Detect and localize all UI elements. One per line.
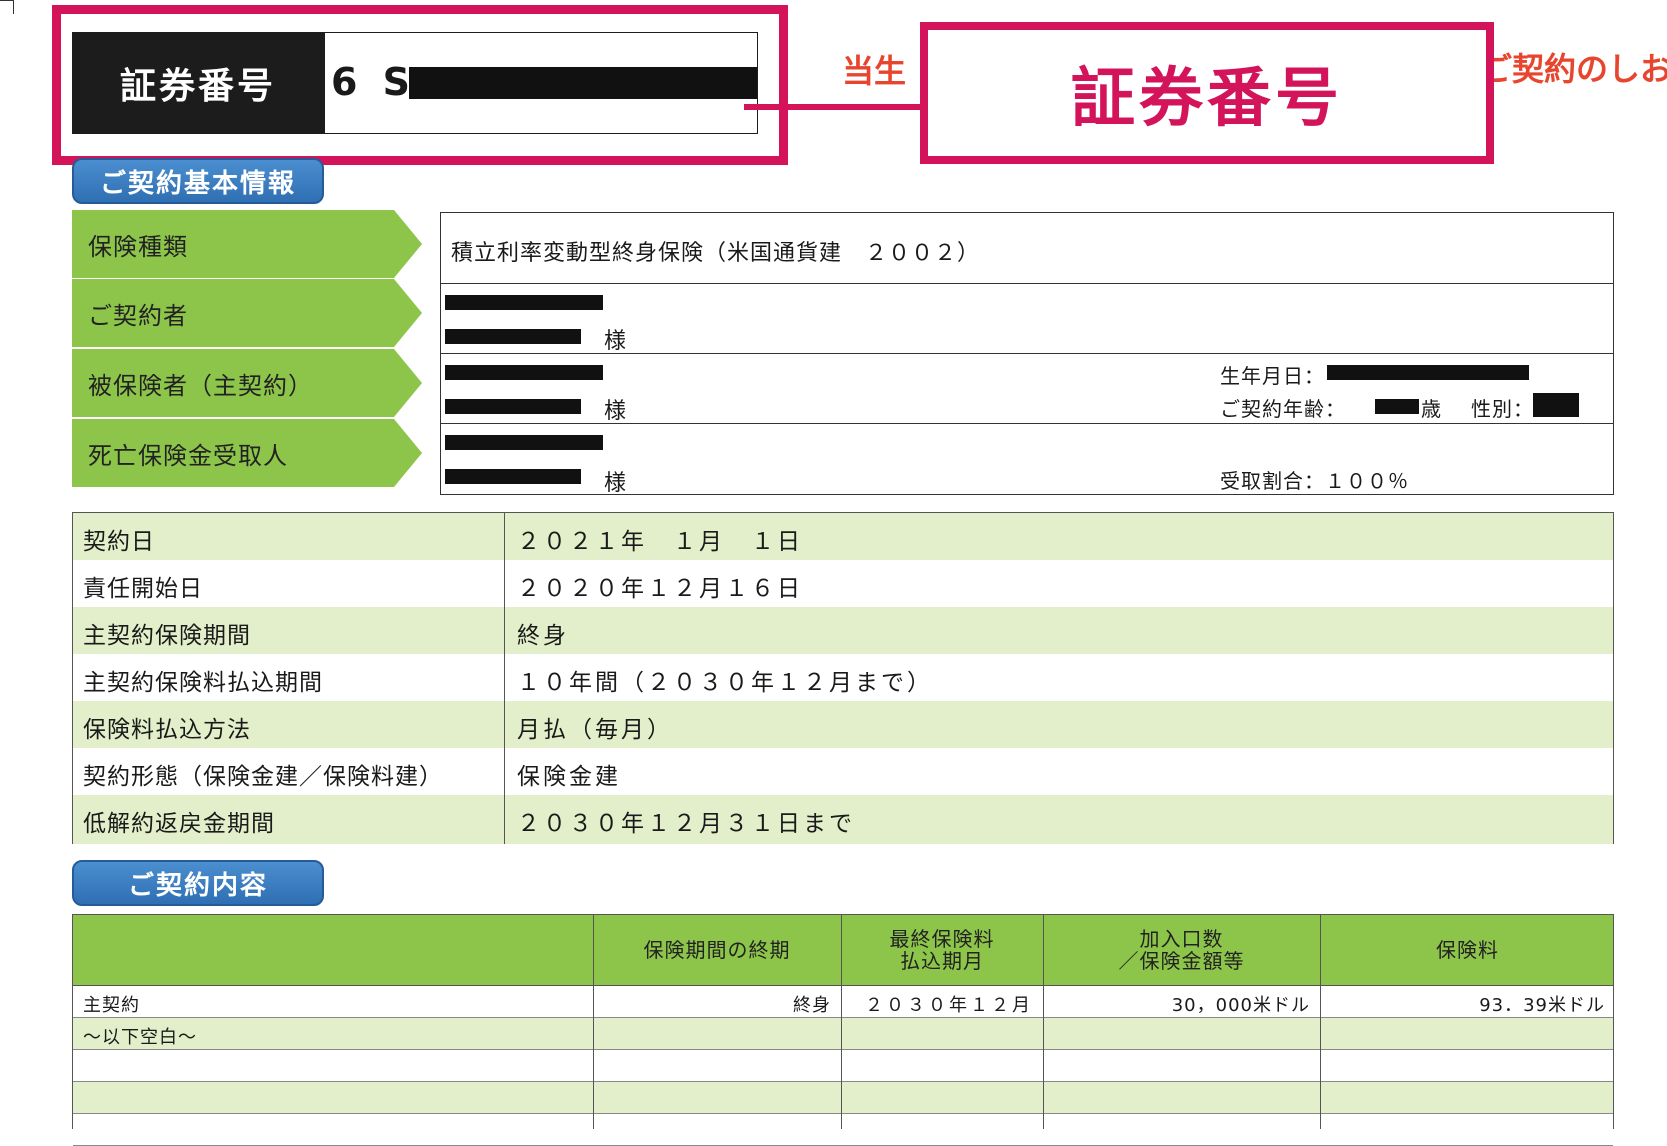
column-header-term-end: 保険期間の終期 xyxy=(643,938,791,962)
insurance-type-value: 積立利率変動型終身保険（米国通貨建 ２００２） xyxy=(451,241,981,266)
detail-label: 責任開始日 xyxy=(83,576,203,602)
redaction-bar xyxy=(445,469,581,484)
detail-label: 契約形態（保険金建／保険料建） xyxy=(83,764,443,790)
blank-below-marker: ～以下空白～ xyxy=(83,1027,197,1048)
redaction-bar xyxy=(445,435,603,450)
info-row-beneficiary: 様 受取割合：１００％ xyxy=(441,423,1613,496)
highlight-connector-line xyxy=(744,104,920,110)
honorific-suffix: 様 xyxy=(604,399,628,424)
redaction-bar xyxy=(445,295,603,310)
column-divider xyxy=(841,915,842,1129)
column-header-line: 払込期月 xyxy=(900,949,984,973)
table-row xyxy=(73,1050,1613,1082)
coverage-name: 主契約 xyxy=(83,995,140,1016)
redaction-bar xyxy=(1533,393,1579,417)
detail-value: ２０３０年１２月３１日まで xyxy=(517,811,855,837)
column-header-line: 加入口数 xyxy=(1139,927,1224,951)
column-divider xyxy=(504,607,505,654)
column-divider xyxy=(593,915,594,1129)
detail-row: 責任開始日 ２０２０年１２月１６日 xyxy=(73,560,1613,608)
detail-value: 月払（毎月） xyxy=(517,717,673,743)
column-divider xyxy=(1043,915,1044,1129)
detail-row: 保険料払込方法 月払（毎月） xyxy=(73,701,1613,749)
column-header-amount: 加入口数 ／保険金額等 xyxy=(1043,915,1320,985)
detail-label: 主契約保険料払込期間 xyxy=(83,670,323,696)
gender-label: 性別： xyxy=(1471,397,1534,421)
coverage-table: 保険期間の終期 最終保険料 払込期月 加入口数 ／保険金額等 保険料 主契約 終… xyxy=(72,914,1614,1146)
contract-age-label: ご契約年齢： xyxy=(1220,397,1346,421)
detail-row: 契約日 ２０２１年 １月 １日 xyxy=(73,513,1613,561)
detail-value: 終身 xyxy=(517,623,569,649)
column-divider xyxy=(504,701,505,748)
honorific-suffix: 様 xyxy=(604,471,628,496)
column-divider xyxy=(504,513,505,560)
info-row-policyholder: 様 xyxy=(441,283,1613,354)
contract-detail-table: 契約日 ２０２１年 １月 １日 責任開始日 ２０２０年１２月１６日 主契約保険期… xyxy=(72,512,1614,844)
column-divider xyxy=(504,560,505,607)
detail-value: 保険金建 xyxy=(517,764,621,790)
red-heading-fragment-left: 当生 xyxy=(842,52,907,90)
age-unit: 歳 xyxy=(1421,397,1442,421)
honorific-suffix: 様 xyxy=(604,329,628,354)
label-insurance-type: 保険種類 xyxy=(72,210,422,278)
column-divider xyxy=(504,748,505,795)
label-beneficiary: 死亡保険金受取人 xyxy=(72,419,422,487)
column-divider xyxy=(504,795,505,844)
detail-row: 主契約保険料払込期間 １０年間（２０３０年１２月まで） xyxy=(73,654,1613,702)
info-row-insured: 様 生年月日： ご契約年齢： 歳 性別： xyxy=(441,353,1613,424)
coverage-premium: 93．39米ドル xyxy=(1479,995,1605,1016)
column-header-line: 最終保険料 xyxy=(889,927,995,951)
redaction-bar xyxy=(445,365,603,380)
detail-value: ２０２１年 １月 １日 xyxy=(517,529,803,555)
redaction-bar xyxy=(445,399,581,414)
section-tab-coverage: ご契約内容 xyxy=(72,860,324,906)
column-header-premium: 保険料 xyxy=(1436,938,1499,962)
table-row xyxy=(73,1114,1613,1146)
coverage-amount: 30，000米ドル xyxy=(1171,995,1310,1016)
coverage-table-header: 保険期間の終期 最終保険料 払込期月 加入口数 ／保険金額等 保険料 xyxy=(73,915,1613,986)
detail-value: ２０２０年１２月１６日 xyxy=(517,576,803,602)
column-divider xyxy=(1320,915,1321,1129)
callout-label-box: 証券番号 xyxy=(920,22,1494,164)
crop-mark xyxy=(0,0,14,14)
column-divider xyxy=(504,654,505,701)
red-heading-fragment-right: ご契約のしお xyxy=(1480,50,1667,88)
benefit-ratio: 受取割合：１００％ xyxy=(1220,469,1409,493)
coverage-last-payment: ２０３０年１２月 xyxy=(865,995,1033,1016)
detail-label: 主契約保険期間 xyxy=(83,623,251,649)
redaction-bar xyxy=(445,329,581,344)
detail-row: 低解約返戻金期間 ２０３０年１２月３１日まで xyxy=(73,795,1613,844)
label-insured: 被保険者（主契約） xyxy=(72,349,422,417)
redaction-bar xyxy=(1327,365,1529,380)
redaction-bar xyxy=(1375,399,1419,414)
label-policyholder: ご契約者 xyxy=(72,279,422,347)
column-header-line: ／保険金額等 xyxy=(1118,949,1245,973)
column-header-last-payment: 最終保険料 払込期月 xyxy=(841,915,1043,985)
detail-label: 契約日 xyxy=(83,529,155,555)
section-tab-basic-info: ご契約基本情報 xyxy=(72,158,324,204)
table-row xyxy=(73,1082,1613,1114)
highlight-frame xyxy=(52,5,788,165)
coverage-term-end: 終身 xyxy=(793,995,831,1016)
basic-info-panel: 積立利率変動型終身保険（米国通貨建 ２００２） 様 様 生年月日： ご契約年齢：… xyxy=(440,212,1614,496)
info-row-insurance-type: 積立利率変動型終身保険（米国通貨建 ２００２） xyxy=(441,213,1613,284)
table-row: 主契約 終身 ２０３０年１２月 30，000米ドル 93．39米ドル xyxy=(73,986,1613,1018)
detail-label: 保険料払込方法 xyxy=(83,717,251,743)
detail-row: 主契約保険期間 終身 xyxy=(73,607,1613,655)
detail-value: １０年間（２０３０年１２月まで） xyxy=(517,670,933,696)
detail-row: 契約形態（保険金建／保険料建） 保険金建 xyxy=(73,748,1613,796)
table-row: ～以下空白～ xyxy=(73,1018,1613,1050)
column-header-name xyxy=(73,915,593,985)
birth-date-label: 生年月日： xyxy=(1220,364,1325,388)
detail-label: 低解約返戻金期間 xyxy=(83,811,275,837)
